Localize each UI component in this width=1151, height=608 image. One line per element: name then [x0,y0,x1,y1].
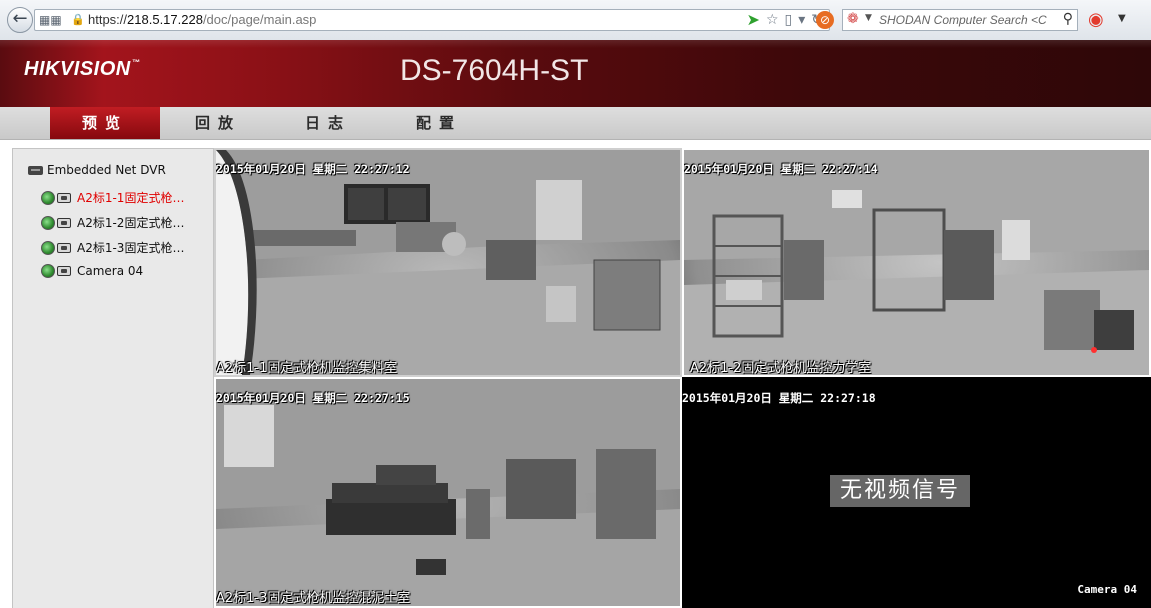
menu-playback[interactable]: 回放 [163,107,273,139]
video-tile-3[interactable]: 2015年01月20日 星期二 22:27:15 A2标1-3固定式枪机监控混泥… [214,377,682,608]
camera-status-icon [41,240,55,255]
header-shine [0,40,1151,48]
record-icon[interactable] [57,242,71,253]
osd-camera-name: A2标1-2固定式枪机监控力学室 [690,361,872,376]
record-icon[interactable] [57,217,71,228]
device-tree: Embedded Net DVR A2标1-1固定式枪机监控集料室 A2标1-2… [12,148,214,608]
camera-2-feed [684,150,1149,375]
record-icon[interactable] [57,192,71,203]
tree-camera-1[interactable]: A2标1-1固定式枪机监控集料室 [41,189,195,206]
address-bar[interactable]: ▦▦ 🔒 https://218.5.17.228/doc/page/main.… [34,9,830,31]
camera-1-feed [216,150,680,375]
page-grid-icon: ▦▦ [39,13,62,27]
search-icon[interactable]: ⚲ [1063,11,1073,27]
lock-icon: 🔒 [71,13,85,26]
tree-root-label: Embedded Net DVR [47,163,166,177]
video-tile-1[interactable]: 2015年01月20日 星期二 22:27:12 A2标1-1固定式枪机监控集料… [214,148,682,377]
video-grid: 2015年01月20日 星期二 22:27:12 A2标1-1固定式枪机监控集料… [214,148,1151,608]
stop-icon[interactable]: ⊘ [816,11,834,29]
dvr-icon [28,165,43,175]
osd-timestamp: 2015年01月20日 星期二 22:27:12 [216,162,410,176]
tree-camera-label: A2标1-3固定式枪机监控混泥土室 [77,241,195,255]
camera-status-icon [41,190,55,205]
go-icon[interactable]: ➤ [747,11,760,29]
address-bar-tools: ➤ ☆ ▯ ▾ ↻ [747,11,823,29]
tree-root-dvr[interactable]: Embedded Net DVR [28,163,166,177]
main-menu: 预览 回放 日志 配置 [0,107,1151,140]
url-text: https://218.5.17.228/doc/page/main.asp [88,12,316,27]
menu-log[interactable]: 日志 [273,107,383,139]
osd-camera-name: A2标1-3固定式枪机监控混泥土室 [216,591,411,606]
tree-camera-2[interactable]: A2标1-2固定式枪机监控力学室 [41,214,195,231]
video-tile-2[interactable]: 2015年01月20日 星期二 22:27:14 A2标1-2固定式枪机监控力学… [682,148,1151,377]
logo-text: HIKVISION [24,58,131,80]
tree-camera-4[interactable]: Camera 04 [41,264,195,278]
camera-status-icon [41,215,55,230]
url-host: 218.5.17.228 [127,12,203,27]
back-button[interactable]: ← [7,7,33,33]
dvr-header: HIKVISION™ DS-7604H-ST [0,40,1151,107]
menu-preview[interactable]: 预览 [50,107,160,139]
camera-3-feed [216,379,680,606]
osd-timestamp: 2015年01月20日 星期二 22:27:14 [684,162,878,176]
search-engine-caret-icon[interactable]: ▼ [865,13,872,23]
osd-camera-name: A2标1-1固定式枪机监控集料室 [216,361,398,376]
tree-camera-label: A2标1-2固定式枪机监控力学室 [77,216,195,230]
dropdown-icon[interactable]: ▾ [798,11,805,29]
osd-camera-name: Camera 04 [1077,583,1137,596]
menu-config[interactable]: 配置 [384,107,494,139]
search-box[interactable]: ❁ ▼ SHODAN Computer Search <C ⚲ [842,9,1078,31]
record-icon[interactable] [57,266,71,276]
url-path: /doc/page/main.asp [202,12,317,27]
device-model: DS-7604H-ST [400,54,589,87]
bookmark-star-icon[interactable]: ☆ [766,11,779,29]
browser-toolbar: ← ▦▦ 🔒 https://218.5.17.228/doc/page/mai… [0,0,1151,41]
no-signal-label: 无视频信号 [830,475,971,507]
video-tile-4[interactable]: 2015年01月20日 星期二 22:27:18 无视频信号 Camera 04 [682,377,1151,608]
tree-camera-3[interactable]: A2标1-3固定式枪机监控混泥土室 [41,239,195,256]
menu-caret-icon[interactable]: ▼ [1118,13,1126,24]
tree-camera-label: Camera 04 [77,264,144,278]
osd-timestamp: 2015年01月20日 星期二 22:27:18 [682,391,876,405]
osd-timestamp: 2015年01月20日 星期二 22:27:15 [216,391,410,405]
mobile-icon[interactable]: ▯ [785,11,793,29]
search-engine-icon[interactable]: ❁ [847,11,859,27]
tree-camera-label: A2标1-1固定式枪机监控集料室 [77,191,195,205]
logo-trademark: ™ [131,58,141,67]
camera-status-icon [41,264,55,278]
url-scheme: https:// [88,12,128,27]
search-input[interactable]: SHODAN Computer Search <C [879,13,1057,27]
hikvision-logo: HIKVISION™ [24,58,140,81]
weibo-icon[interactable]: ◉ [1088,9,1104,30]
